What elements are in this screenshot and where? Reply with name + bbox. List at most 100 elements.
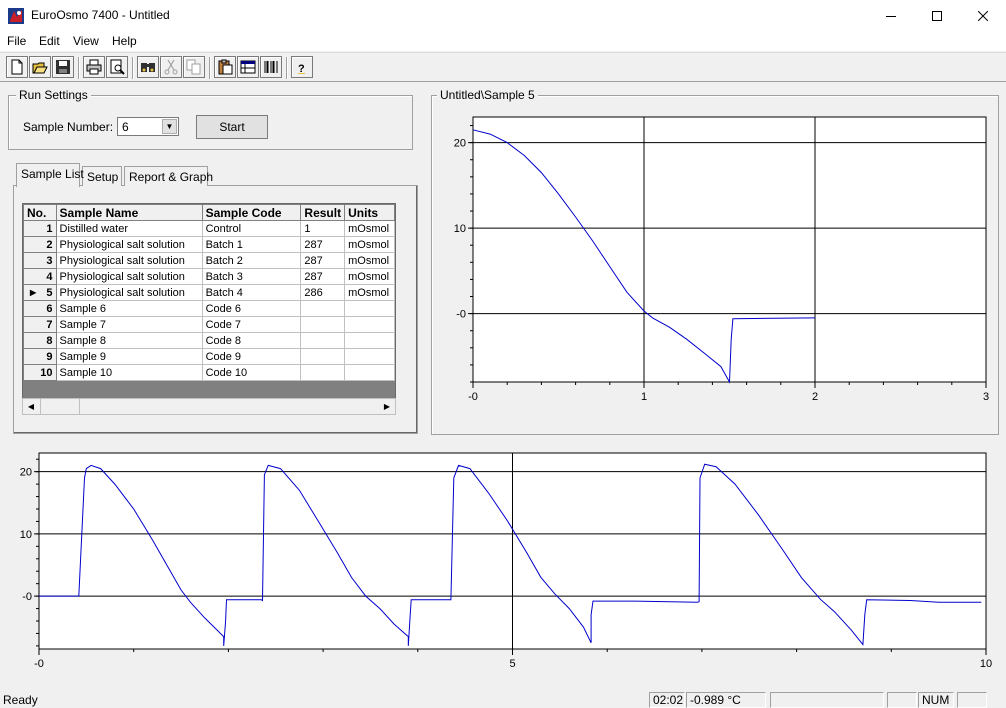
cell-sample-name[interactable]: Physiological salt solution xyxy=(55,284,203,301)
cell-no[interactable]: 4 xyxy=(23,268,57,285)
column-header-no[interactable]: No. xyxy=(23,204,57,221)
table-row[interactable]: 3 Physiological salt solution Batch 2 287 mO… xyxy=(23,252,395,269)
cell-sample-code[interactable]: Batch 2 xyxy=(201,252,302,269)
cell-units[interactable] xyxy=(344,316,395,333)
cell-no[interactable]: 2 xyxy=(23,236,57,253)
column-header-sample-name[interactable]: Sample Name xyxy=(55,204,203,221)
tab-setup[interactable]: Setup xyxy=(82,166,122,186)
menu-edit[interactable]: Edit xyxy=(39,34,60,48)
sample-number-combo[interactable]: 6 ▼ xyxy=(117,117,179,136)
cell-sample-code[interactable]: Code 10 xyxy=(201,364,302,381)
cell-sample-code[interactable]: Code 9 xyxy=(201,348,302,365)
menu-file[interactable]: File xyxy=(7,34,26,48)
cell-result[interactable]: 286 xyxy=(300,284,346,301)
cell-result[interactable] xyxy=(300,364,346,381)
cell-sample-name[interactable]: Physiological salt solution xyxy=(55,252,203,269)
help-button[interactable]: ? xyxy=(291,56,313,78)
horizontal-scrollbar[interactable]: ◀ ▶ xyxy=(22,398,396,415)
cell-sample-name[interactable]: Sample 6 xyxy=(55,300,203,317)
cell-units[interactable] xyxy=(344,300,395,317)
sample-grid[interactable]: No. Sample Name Sample Code Result Units… xyxy=(22,203,396,415)
table-row[interactable]: ▶ 5 Physiological salt solution Batch 4 286 m… xyxy=(23,284,395,301)
cell-result[interactable] xyxy=(300,300,346,317)
cell-sample-code[interactable]: Batch 4 xyxy=(201,284,302,301)
cell-no[interactable]: 10 xyxy=(23,364,57,381)
copy-button[interactable] xyxy=(183,56,205,78)
table-view-button[interactable] xyxy=(237,56,259,78)
table-row[interactable]: 9 Sample 9 Code 9 xyxy=(23,348,395,365)
cell-sample-code[interactable]: Code 7 xyxy=(201,316,302,333)
cell-no[interactable]: 8 xyxy=(23,332,57,349)
cell-no[interactable]: 7 xyxy=(23,316,57,333)
cell-no[interactable]: 9 xyxy=(23,348,57,365)
cell-units[interactable]: mOsmol xyxy=(344,284,395,301)
maximize-button[interactable] xyxy=(914,0,960,31)
paste-button[interactable] xyxy=(214,56,236,78)
cell-result[interactable]: 287 xyxy=(300,268,346,285)
plot-area xyxy=(472,116,987,383)
cell-sample-code[interactable]: Code 8 xyxy=(201,332,302,349)
new-button[interactable] xyxy=(6,56,28,78)
table-row[interactable]: 8 Sample 8 Code 8 xyxy=(23,332,395,349)
table-row[interactable]: 4 Physiological salt solution Batch 3 287 mO… xyxy=(23,268,395,285)
print-button[interactable] xyxy=(83,56,105,78)
table-row[interactable]: 1 Distilled water Control 1 mOsmol xyxy=(23,220,395,237)
cell-result[interactable]: 1 xyxy=(300,220,346,237)
scroll-left-icon[interactable]: ◀ xyxy=(23,399,39,414)
column-header-units[interactable]: Units xyxy=(344,204,395,221)
scroll-right-icon[interactable]: ▶ xyxy=(379,399,395,414)
cell-units[interactable] xyxy=(344,364,395,381)
tab-report-graph[interactable]: Report & Graph xyxy=(124,166,213,186)
save-button[interactable] xyxy=(52,56,74,78)
minimize-button[interactable] xyxy=(868,0,914,31)
cell-result[interactable] xyxy=(300,332,346,349)
menu-view[interactable]: View xyxy=(73,34,99,48)
cell-units[interactable]: mOsmol xyxy=(344,220,395,237)
cell-sample-name[interactable]: Sample 9 xyxy=(55,348,203,365)
column-header-sample-code[interactable]: Sample Code xyxy=(201,204,302,221)
cell-sample-name[interactable]: Sample 7 xyxy=(55,316,203,333)
start-button[interactable]: Start xyxy=(196,115,268,139)
cell-sample-code[interactable]: Batch 1 xyxy=(201,236,302,253)
save-icon xyxy=(56,60,70,74)
cell-result[interactable]: 287 xyxy=(300,252,346,269)
cell-units[interactable] xyxy=(344,332,395,349)
cell-sample-code[interactable]: Code 6 xyxy=(201,300,302,317)
cell-sample-code[interactable]: Control xyxy=(201,220,302,237)
cell-units[interactable]: mOsmol xyxy=(344,268,395,285)
print-preview-button[interactable] xyxy=(106,56,128,78)
tab-sample-list[interactable]: Sample List xyxy=(16,163,84,187)
status-num: NUM xyxy=(918,692,954,708)
close-button[interactable] xyxy=(960,0,1006,31)
cell-units[interactable]: mOsmol xyxy=(344,252,395,269)
table-row[interactable]: 10 Sample 10 Code 10 xyxy=(23,364,395,381)
cell-sample-name[interactable]: Physiological salt solution xyxy=(55,268,203,285)
cell-no[interactable]: ▶ 5 xyxy=(23,284,57,301)
table-row[interactable]: 7 Sample 7 Code 7 xyxy=(23,316,395,333)
cell-sample-name[interactable]: Sample 8 xyxy=(55,332,203,349)
cell-no[interactable]: 1 xyxy=(23,220,57,237)
table-row[interactable]: 2 Physiological salt solution Batch 1 287 mO… xyxy=(23,236,395,253)
cell-result[interactable] xyxy=(300,316,346,333)
cell-result[interactable] xyxy=(300,348,346,365)
scroll-thumb[interactable] xyxy=(40,399,80,414)
menu-help[interactable]: Help xyxy=(112,34,137,48)
cell-units[interactable] xyxy=(344,348,395,365)
help-icon: ? xyxy=(298,63,305,75)
cell-sample-name[interactable]: Physiological salt solution xyxy=(55,236,203,253)
cell-sample-name[interactable]: Distilled water xyxy=(55,220,203,237)
barcode-button[interactable] xyxy=(260,56,282,78)
column-header-result[interactable]: Result xyxy=(300,204,346,221)
cell-sample-name[interactable]: Sample 10 xyxy=(55,364,203,381)
cell-no[interactable]: 3 xyxy=(23,252,57,269)
cell-units[interactable]: mOsmol xyxy=(344,236,395,253)
chevron-down-icon[interactable]: ▼ xyxy=(162,119,177,134)
table-row[interactable]: 6 Sample 6 Code 6 xyxy=(23,300,395,317)
cell-result[interactable]: 287 xyxy=(300,236,346,253)
cut-button[interactable] xyxy=(160,56,182,78)
find-button[interactable] xyxy=(137,56,159,78)
cell-text: Code 10 xyxy=(205,366,248,379)
open-button[interactable] xyxy=(29,56,51,78)
cell-sample-code[interactable]: Batch 3 xyxy=(201,268,302,285)
cell-no[interactable]: 6 xyxy=(23,300,57,317)
